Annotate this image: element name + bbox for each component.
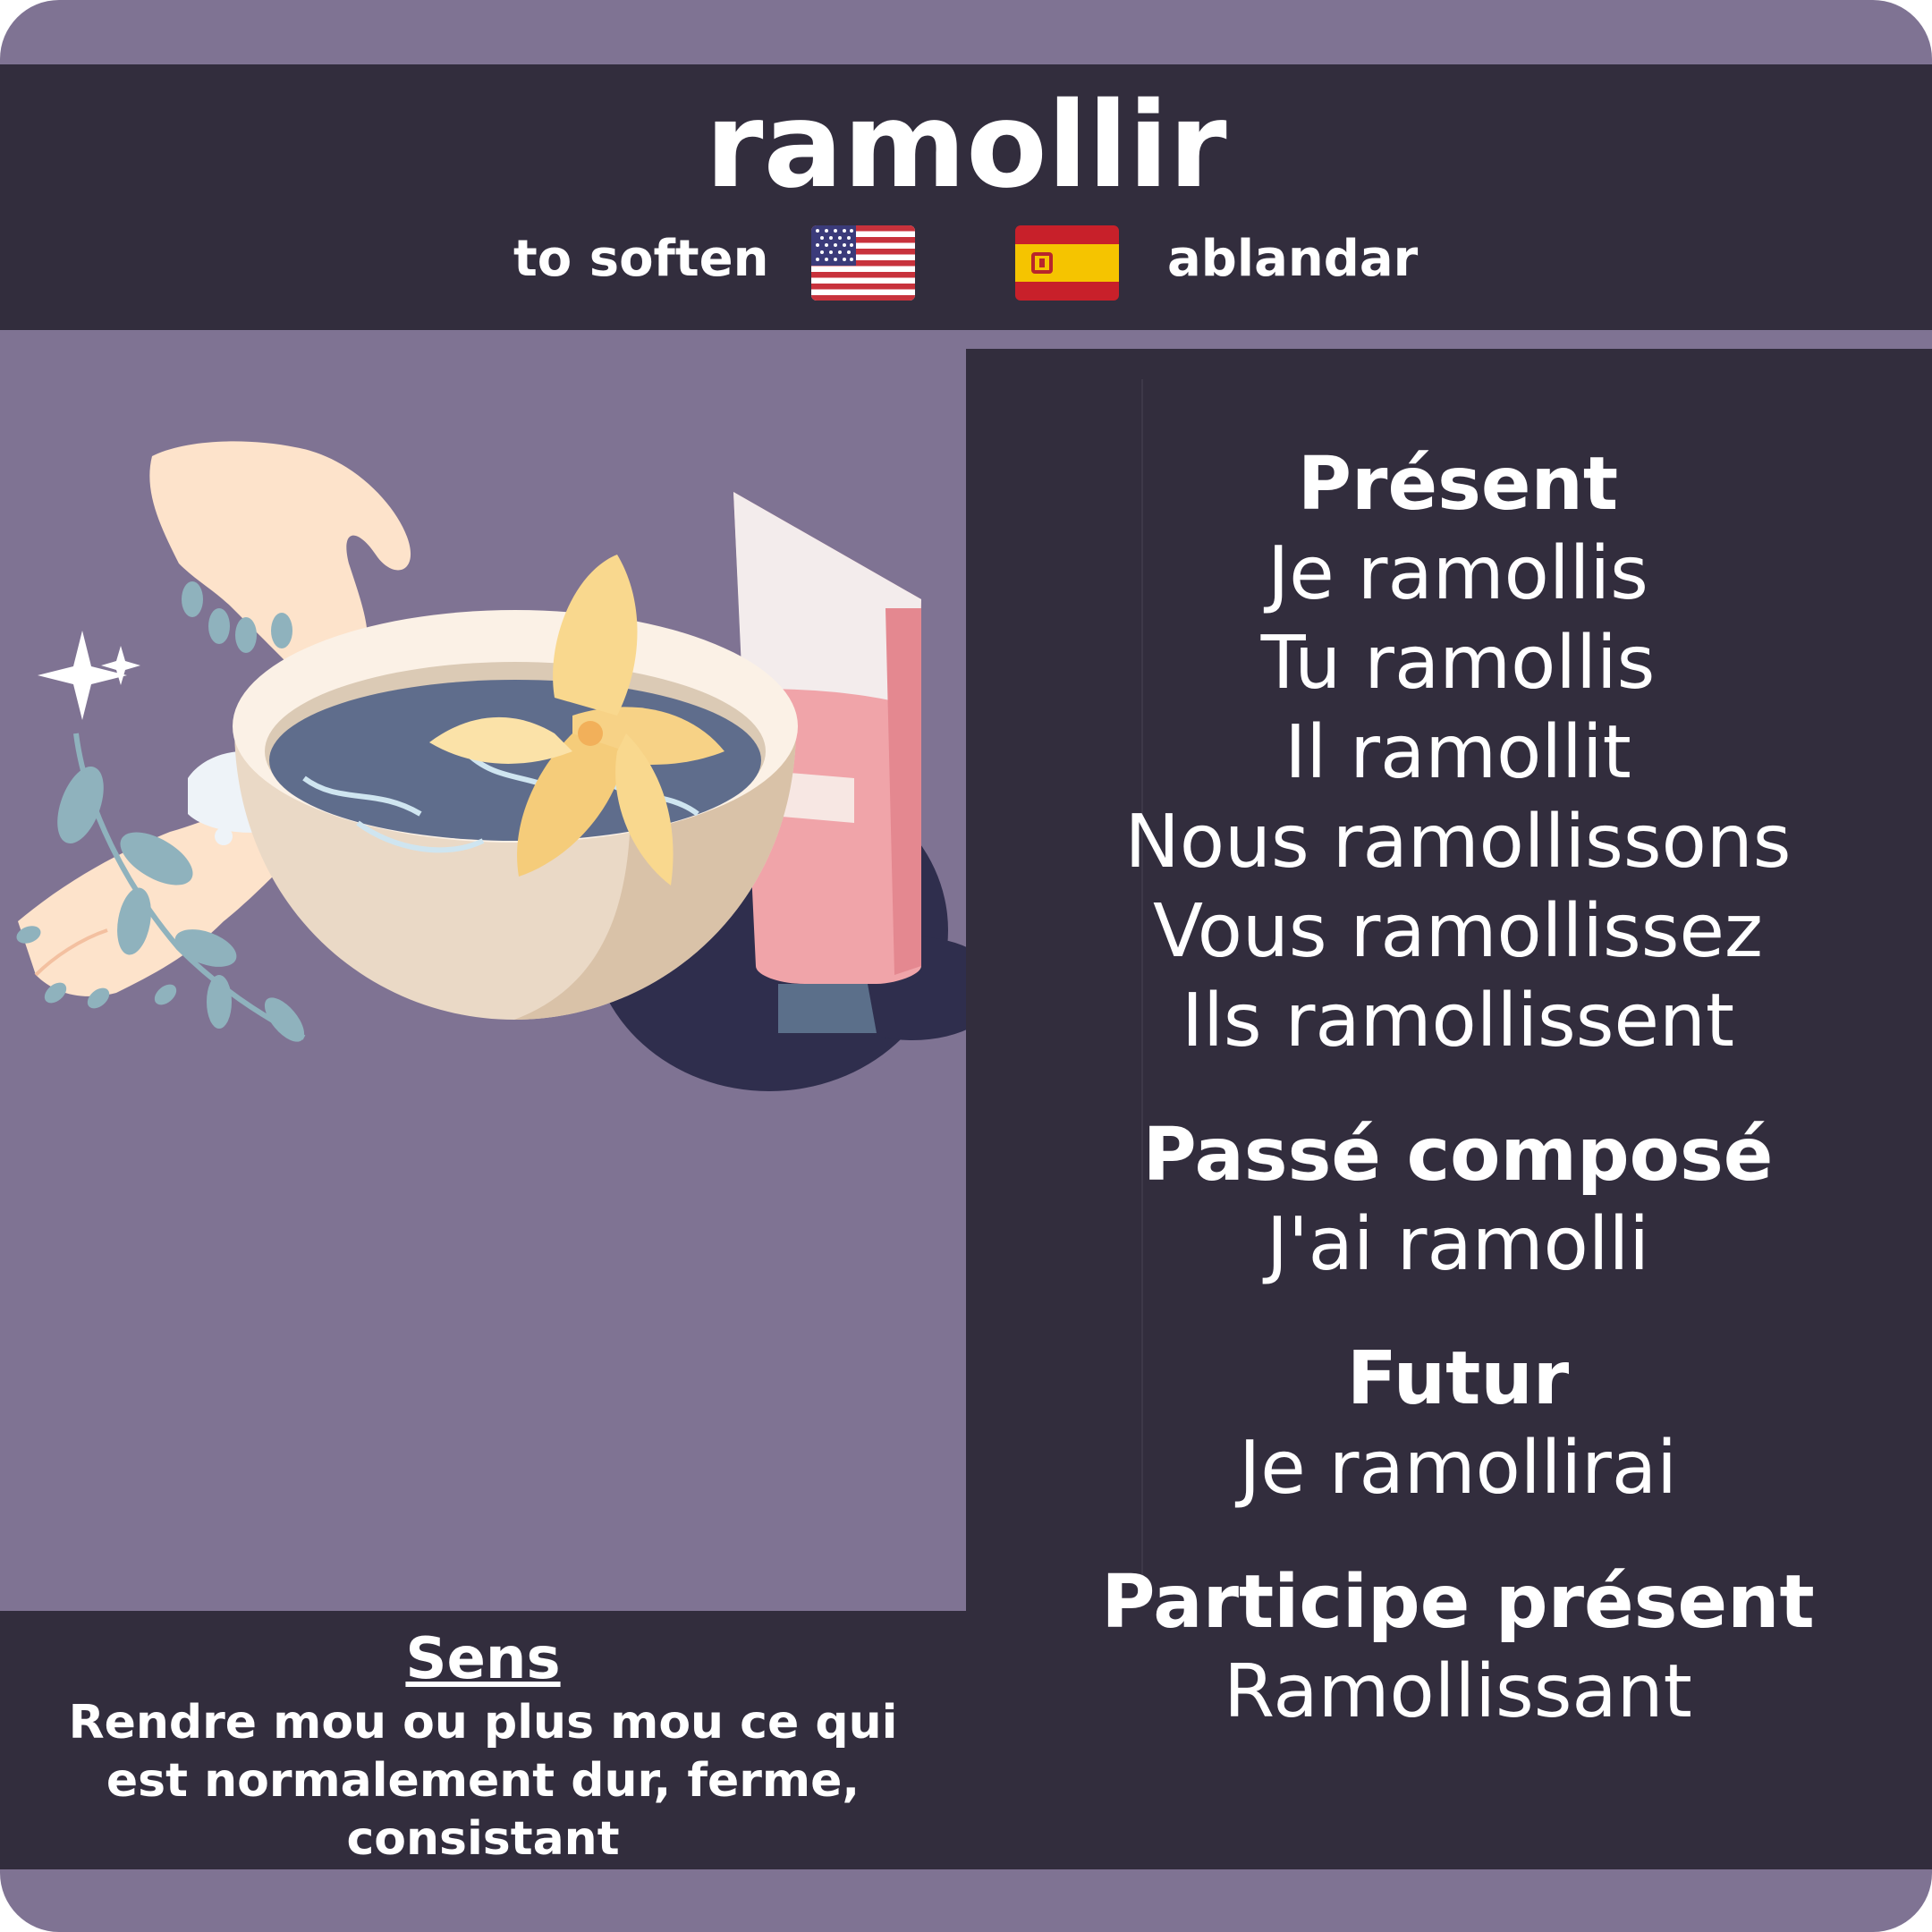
participe-present-form: Ramollissant xyxy=(1224,1649,1692,1734)
passe-compose-heading: Passé composé xyxy=(1142,1113,1774,1198)
us-flag-icon xyxy=(811,225,915,301)
present-heading: Présent xyxy=(1297,442,1619,527)
passe-compose-form: J'ai ramolli xyxy=(1266,1202,1650,1287)
present-form-vous: Vous ramollissez xyxy=(1153,889,1763,974)
present-form-tu: Tu ramollis xyxy=(1260,621,1656,706)
present-form-ils: Ils ramollissent xyxy=(1181,979,1735,1063)
participe-present-heading: Participe présent xyxy=(1101,1560,1815,1645)
spanish-translation: ablandar xyxy=(1167,230,1419,288)
present-form-nous: Nous ramollissons xyxy=(1124,800,1792,885)
meaning-heading: Sens xyxy=(405,1626,561,1692)
verb-title: ramollir xyxy=(705,77,1227,215)
present-form-il: Il ramollit xyxy=(1284,710,1631,795)
futur-form: Je ramollirai xyxy=(1239,1426,1677,1511)
futur-heading: Futur xyxy=(1346,1336,1570,1421)
present-form-je: Je ramollis xyxy=(1267,531,1648,616)
english-translation: to soften xyxy=(513,230,769,288)
meaning-text: Rendre mou ou plus mou ce qui est normal… xyxy=(68,1696,898,1866)
hand-care-illustration xyxy=(16,441,1002,1091)
conjugation-list: Présent Je ramollis Tu ramollis Il ramol… xyxy=(1011,440,1905,1737)
verb-card: ramollir to soften ablandar Présent Je r… xyxy=(0,0,1932,1932)
spain-flag-icon xyxy=(1015,225,1119,301)
